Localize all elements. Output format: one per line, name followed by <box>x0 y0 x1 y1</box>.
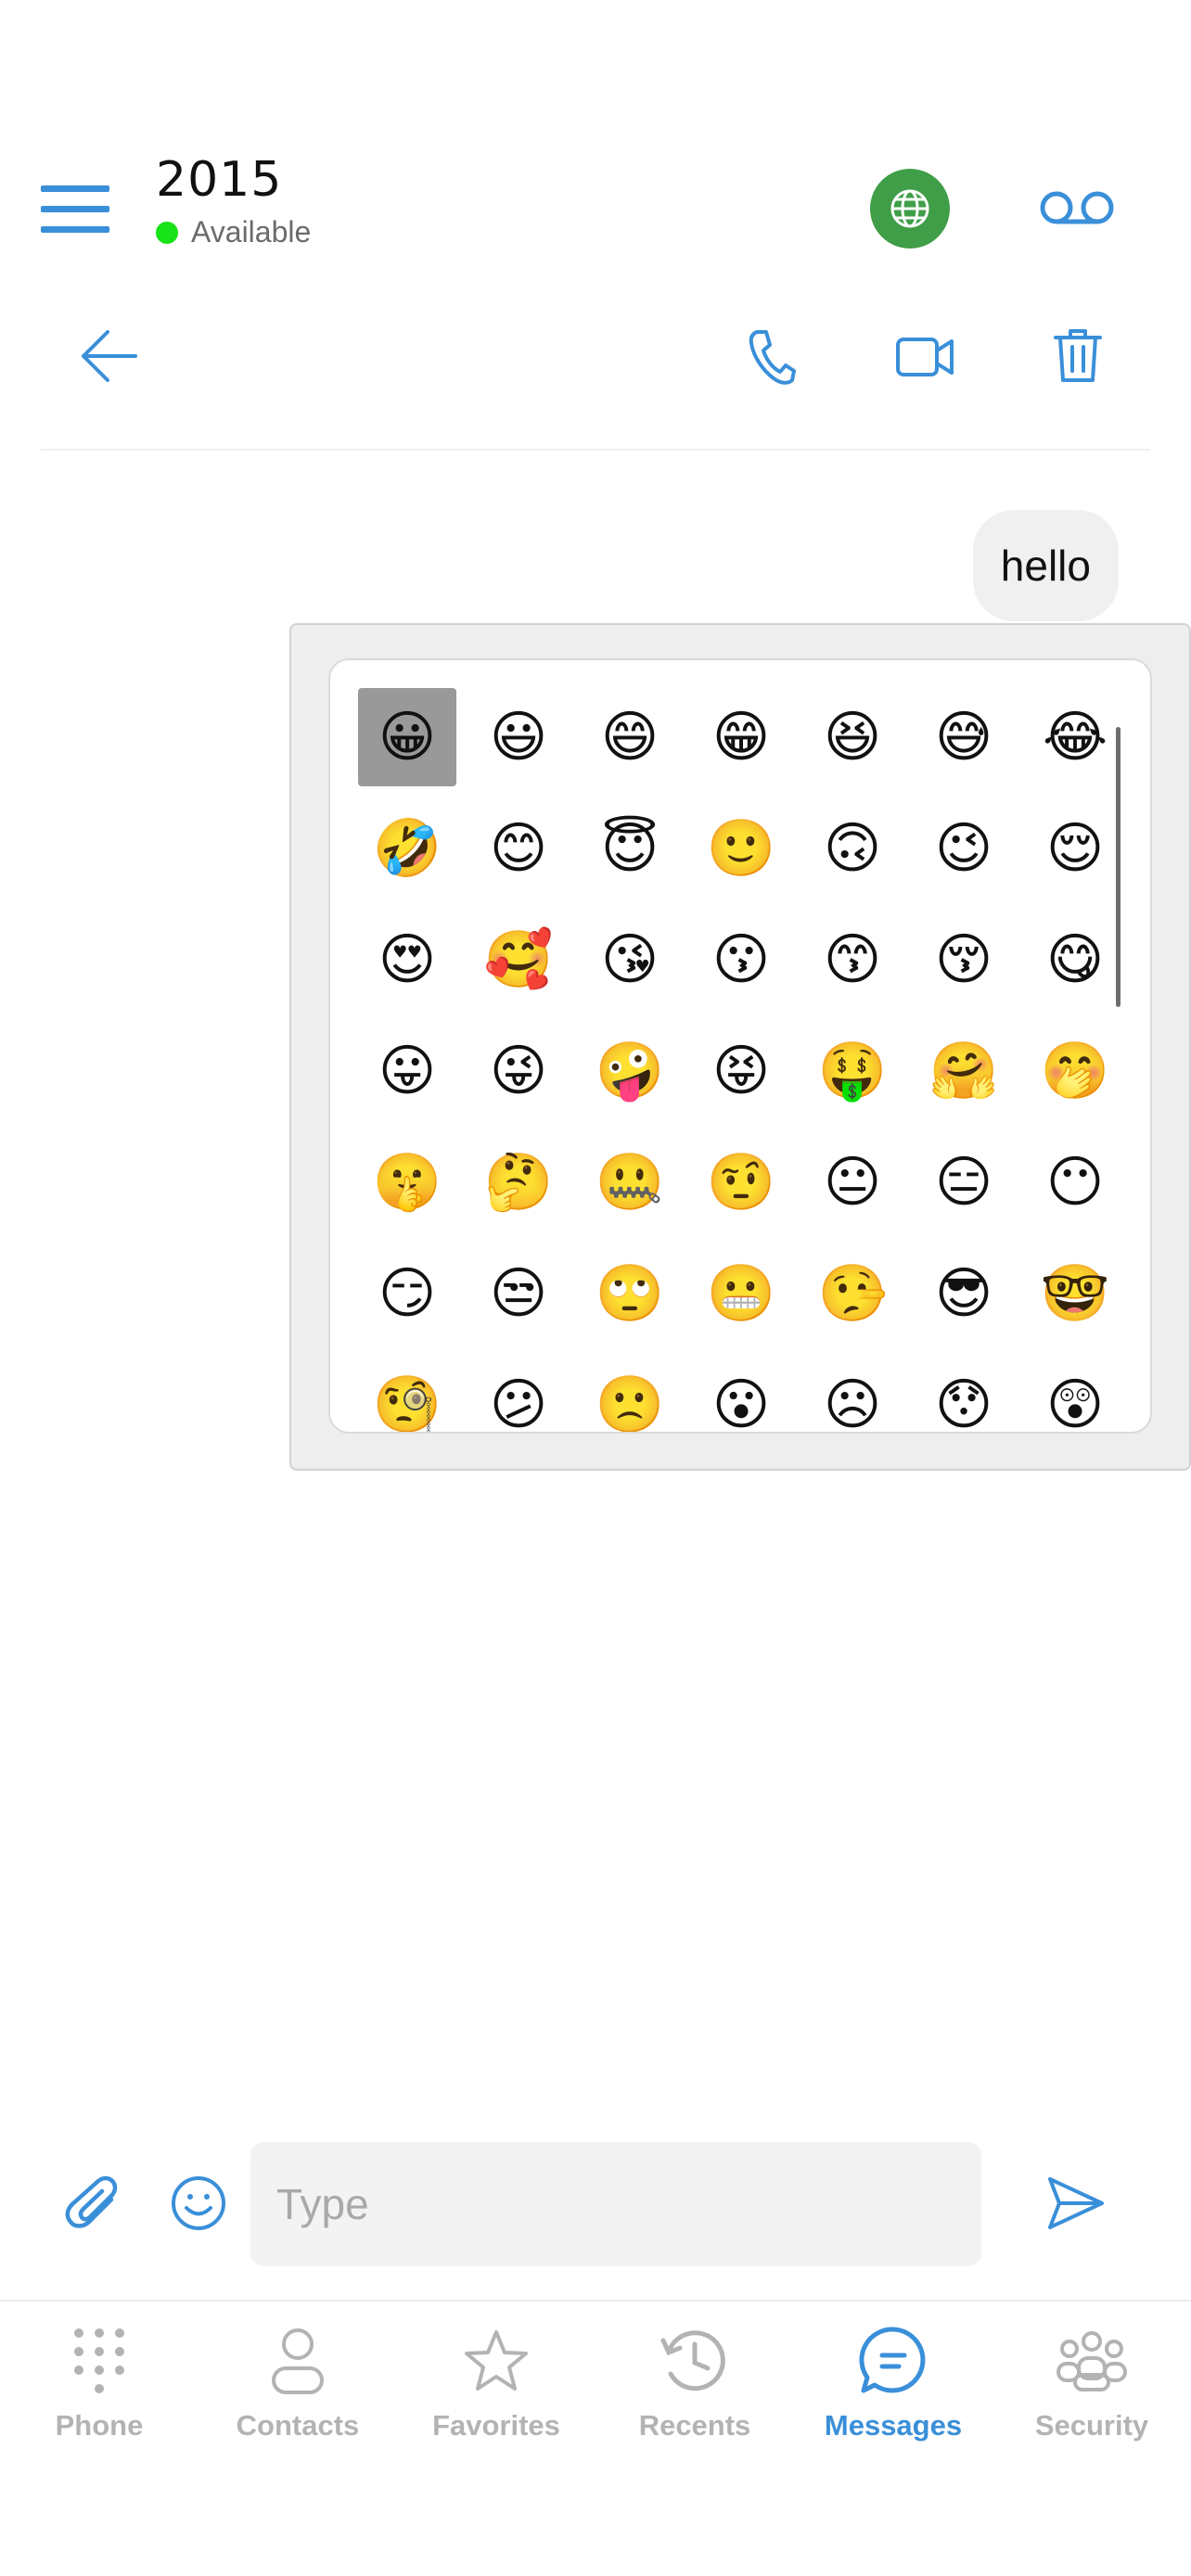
emoji-option[interactable]: 🙃 <box>803 799 902 898</box>
group-icon <box>1055 2324 1129 2398</box>
emoji-option[interactable]: 😉 <box>915 799 1013 898</box>
tab-phone[interactable]: Phone <box>0 2324 198 2481</box>
emoji-option[interactable]: 😄 <box>581 688 679 786</box>
paperclip-icon[interactable] <box>65 2175 122 2235</box>
tab-contacts[interactable]: Contacts <box>198 2324 397 2481</box>
emoji-option[interactable]: 🤥 <box>803 1244 902 1343</box>
emoji-option[interactable]: 😮 <box>692 1356 790 1432</box>
emoji-option[interactable]: 🤗 <box>915 1022 1013 1120</box>
voicemail-icon[interactable] <box>1039 187 1115 228</box>
tab-security[interactable]: Security <box>992 2324 1191 2481</box>
emoji-option[interactable]: 🧐 <box>358 1356 456 1432</box>
emoji-option[interactable]: 😆 <box>803 688 902 786</box>
video-camera-icon[interactable] <box>896 334 955 380</box>
emoji-option[interactable]: 🤭 <box>1026 1022 1124 1120</box>
hamburger-menu-icon[interactable] <box>41 184 111 236</box>
phone-icon[interactable] <box>748 328 796 386</box>
outgoing-message-bubble[interactable]: hello <box>972 510 1119 621</box>
emoji-option[interactable]: 😘 <box>581 911 679 1009</box>
message-composer <box>0 2136 1191 2266</box>
smiley-icon[interactable] <box>171 2175 226 2231</box>
emoji-option[interactable]: 😗 <box>692 911 790 1009</box>
star-icon <box>459 2324 533 2398</box>
emoji-option[interactable]: 🙂 <box>692 799 790 898</box>
emoji-option[interactable]: 🤫 <box>358 1133 456 1231</box>
emoji-option[interactable]: 🤔 <box>469 1133 568 1231</box>
emoji-option[interactable]: 😐 <box>803 1133 902 1231</box>
emoji-option[interactable]: 🤣 <box>358 799 456 898</box>
status-dot-icon <box>156 221 178 244</box>
emoji-option[interactable]: 😚 <box>915 911 1013 1009</box>
message-input[interactable] <box>250 2142 981 2266</box>
tab-label: Security <box>1034 2409 1149 2442</box>
emoji-option[interactable]: 😜 <box>469 1022 568 1120</box>
emoji-option[interactable]: 😯 <box>915 1356 1013 1432</box>
emoji-picker-scrollbar[interactable] <box>1116 727 1121 1007</box>
trash-icon[interactable] <box>1054 326 1102 384</box>
emoji-option[interactable]: 😁 <box>692 688 790 786</box>
bottom-tab-bar: Phone Contacts Favorites Recents Message… <box>0 2300 1191 2504</box>
emoji-option[interactable]: 😒 <box>469 1244 568 1343</box>
emoji-option[interactable]: 😝 <box>692 1022 790 1120</box>
tab-recents[interactable]: Recents <box>596 2324 794 2481</box>
tab-label: Contacts <box>236 2409 360 2442</box>
emoji-option[interactable]: 🤪 <box>581 1022 679 1120</box>
emoji-option[interactable]: 🤨 <box>692 1133 790 1231</box>
emoji-option[interactable]: 😌 <box>1026 799 1124 898</box>
globe-icon[interactable] <box>870 169 950 249</box>
emoji-option[interactable]: 😀 <box>358 688 456 786</box>
send-icon[interactable] <box>1046 2175 1106 2231</box>
status-label: Available <box>191 215 312 249</box>
emoji-option[interactable]: 😏 <box>358 1244 456 1343</box>
emoji-option[interactable]: 😑 <box>915 1133 1013 1231</box>
history-clock-icon <box>658 2324 732 2398</box>
emoji-option[interactable]: 😬 <box>692 1244 790 1343</box>
emoji-option[interactable]: 🥰 <box>469 911 568 1009</box>
emoji-grid: 😀 😃 😄 😁 😆 😅 😂 🤣 😊 😇 🙂 🙃 😉 😌 😍 🥰 😘 😗 😙 😚 😋 😛 😜 🤪 😝 🤑 🤗 🤭 🤫 🤔 🤐 🤨 😐 😑 😶 😏 😒 🙄 😬 🤥… <box>358 688 1124 1432</box>
tab-favorites[interactable]: Favorites <box>397 2324 596 2481</box>
app-header: 2015 Available <box>0 139 1191 278</box>
chat-bubble-icon <box>856 2324 930 2398</box>
arrow-left-icon[interactable] <box>80 328 139 384</box>
emoji-option[interactable]: 😃 <box>469 688 568 786</box>
emoji-option[interactable]: 🤐 <box>581 1133 679 1231</box>
emoji-option[interactable]: 🙁 <box>581 1356 679 1432</box>
emoji-option[interactable]: 😊 <box>469 799 568 898</box>
emoji-option[interactable]: 🤓 <box>1026 1244 1124 1343</box>
tab-label: Favorites <box>432 2409 560 2442</box>
emoji-option[interactable]: 😍 <box>358 911 456 1009</box>
emoji-option[interactable]: 😲 <box>1026 1356 1124 1432</box>
emoji-option[interactable]: 😶 <box>1026 1133 1124 1231</box>
presence-status: Available <box>156 215 311 249</box>
conversation-toolbar <box>0 306 1191 408</box>
emoji-option[interactable]: 😛 <box>358 1022 456 1120</box>
emoji-option[interactable]: ☹ <box>803 1356 902 1432</box>
emoji-option[interactable]: 😅 <box>915 688 1013 786</box>
emoji-option[interactable]: 😇 <box>581 799 679 898</box>
emoji-option[interactable]: 😎 <box>915 1244 1013 1343</box>
tab-label: Recents <box>638 2409 751 2442</box>
toolbar-divider <box>41 449 1150 451</box>
contact-title: 2015 <box>156 152 283 208</box>
tab-label: Phone <box>55 2409 144 2442</box>
emoji-picker-popup: 😀 😃 😄 😁 😆 😅 😂 🤣 😊 😇 🙂 🙃 😉 😌 😍 🥰 😘 😗 😙 😚 😋 😛 😜 🤪 😝 🤑 🤗 🤭 🤫 🤔 🤐 🤨 😐 😑 😶 😏 😒 🙄 😬 🤥… <box>289 623 1191 1471</box>
emoji-option[interactable]: 😂 <box>1026 688 1124 786</box>
emoji-option[interactable]: 😙 <box>803 911 902 1009</box>
emoji-option[interactable]: 😕 <box>469 1356 568 1432</box>
person-icon <box>261 2324 335 2398</box>
emoji-option[interactable]: 😋 <box>1026 911 1124 1009</box>
emoji-option[interactable]: 🙄 <box>581 1244 679 1343</box>
dialpad-icon <box>62 2324 136 2398</box>
emoji-picker-panel: 😀 😃 😄 😁 😆 😅 😂 🤣 😊 😇 🙂 🙃 😉 😌 😍 🥰 😘 😗 😙 😚 😋 😛 😜 🤪 😝 🤑 🤗 🤭 🤫 🤔 🤐 🤨 😐 😑 😶 😏 😒 🙄 😬 🤥… <box>328 658 1152 1434</box>
tab-label: Messages <box>824 2409 963 2442</box>
emoji-option[interactable]: 🤑 <box>803 1022 902 1120</box>
tab-messages[interactable]: Messages <box>794 2324 992 2481</box>
